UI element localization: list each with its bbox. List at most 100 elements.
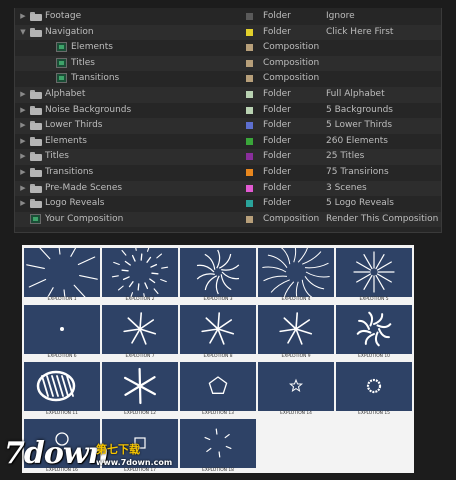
label-color-swatch[interactable]	[246, 122, 253, 130]
item-name: Logo Reveals	[45, 198, 105, 209]
project-panel: ▶ Footage Folder Ignore ▼ Navigation Folder Cli…	[14, 8, 442, 233]
thumbnail-label: EXPLOTION 12	[124, 411, 156, 416]
twirl-collapsed-icon[interactable]: ▶	[19, 9, 27, 25]
item-name: Transitions	[45, 167, 94, 177]
twirl-collapsed-icon[interactable]: ▶	[19, 134, 27, 150]
explosion-thumbnail: EXPLOTION 15	[336, 362, 412, 417]
project-row[interactable]: Transitions Composition	[15, 71, 441, 87]
label-color-swatch[interactable]	[246, 200, 253, 208]
explosion-thumbnail: EXPLOTION 12	[102, 362, 178, 417]
folder-icon	[30, 183, 42, 193]
item-type: Folder	[263, 120, 291, 131]
thumbnail-frame	[102, 305, 178, 354]
thumbnail-label: EXPLOTION 7	[125, 354, 155, 359]
folder-icon	[30, 12, 42, 21]
label-color-swatch[interactable]	[246, 75, 253, 83]
thumbnail-frame	[258, 362, 334, 411]
project-row[interactable]: ▶ Elements Folder 260 Elements	[15, 134, 441, 150]
label-color-swatch[interactable]	[246, 153, 253, 161]
project-row[interactable]: ▶ Transitions Folder 75 Transirions	[15, 165, 441, 181]
project-row[interactable]: ▼ Navigation Folder Click Here First	[15, 24, 441, 41]
explosion-thumbnail: EXPLOTION 8	[180, 305, 256, 360]
item-type: Folder	[263, 26, 291, 37]
burst-dashes-icon	[111, 248, 169, 297]
arc-burst-icon	[262, 248, 330, 297]
explosion-thumbnail: EXPLOTION 11	[24, 362, 100, 417]
explosion-thumbnail: EXPLOTION 7	[102, 305, 178, 360]
label-color-swatch[interactable]	[246, 215, 253, 223]
twirl-expanded-icon[interactable]: ▼	[19, 25, 27, 41]
explosion-thumbnail: EXPLOTION 1	[24, 248, 100, 303]
item-type: Folder	[263, 135, 291, 146]
explosion-thumbnail: EXPLOTION 6	[24, 305, 100, 360]
thumbnail-frame	[102, 248, 178, 297]
label-color-swatch[interactable]	[246, 169, 253, 176]
explosion-thumbnail: EXPLOTION 2	[102, 248, 178, 303]
label-color-swatch[interactable]	[246, 59, 253, 67]
project-row[interactable]: ▶ Lower Thirds Folder 5 Lower Thirds	[15, 118, 441, 134]
pentagon-icon	[208, 376, 228, 394]
item-comment: 75 Transirions	[326, 167, 389, 177]
thumbnail-frame	[180, 248, 256, 297]
twirl-collapsed-icon[interactable]: ▶	[19, 87, 27, 103]
label-color-swatch[interactable]	[246, 28, 253, 36]
label-color-swatch[interactable]	[246, 13, 253, 20]
burst-lines-icon	[26, 248, 98, 297]
project-row[interactable]: ▶ Alphabet Folder Full Alphabet	[15, 87, 441, 103]
project-row[interactable]: Elements Composition	[15, 40, 441, 56]
item-comment: 5 Logo Reveals	[326, 198, 394, 209]
project-row[interactable]: Your Composition Composition Render This C…	[15, 211, 441, 228]
twirl-collapsed-icon[interactable]: ▶	[19, 103, 27, 119]
swirl-burst-icon	[196, 249, 240, 295]
item-name: Pre-Made Scenes	[45, 182, 123, 193]
project-row[interactable]: ▶ Logo Reveals Folder 5 Logo Reveals	[15, 196, 441, 212]
item-type: Composition	[263, 73, 320, 84]
thumbnail-label: EXPLOTION 1	[47, 297, 77, 302]
label-color-swatch[interactable]	[246, 91, 253, 98]
explosion-thumbnail: EXPLOTION 14	[258, 362, 334, 417]
item-name: Alphabet	[45, 89, 86, 99]
item-comment: 25 Titles	[326, 151, 365, 162]
item-comment: 5 Backgrounds	[326, 104, 393, 115]
item-type: Folder	[263, 11, 291, 21]
watermark-logo: 7down 第七下载 www.7down.com	[0, 434, 200, 480]
thumbnail-label: EXPLOTION 13	[202, 411, 234, 416]
project-row[interactable]: ▶ Pre-Made Scenes Folder 3 Scenes	[15, 180, 441, 197]
twirl-collapsed-icon[interactable]: ▶	[19, 196, 27, 212]
twirl-collapsed-icon[interactable]: ▶	[19, 118, 27, 134]
item-comment: Ignore	[326, 11, 355, 21]
item-type: Folder	[263, 198, 291, 209]
label-color-swatch[interactable]	[246, 184, 253, 192]
label-color-swatch[interactable]	[246, 106, 253, 114]
twirl-collapsed-icon[interactable]: ▶	[19, 149, 27, 165]
label-color-swatch[interactable]	[246, 44, 253, 52]
item-name: Lower Thirds	[45, 120, 103, 131]
project-row[interactable]: ▶ Footage Folder Ignore	[15, 9, 441, 25]
thumbnail-label: EXPLOTION 14	[280, 411, 312, 416]
folder-icon	[30, 136, 42, 146]
twirl-collapsed-icon[interactable]: ▶	[19, 181, 27, 197]
folder-icon	[30, 199, 42, 209]
item-name: Elements	[45, 135, 87, 146]
explosion-thumbnail: EXPLOTION 10	[336, 305, 412, 360]
thumbnail-label: EXPLOTION 4	[281, 297, 311, 302]
project-row[interactable]: Titles Composition	[15, 55, 441, 72]
thumbnail-frame	[258, 305, 334, 354]
item-type: Folder	[263, 182, 291, 193]
twirl-collapsed-icon[interactable]: ▶	[19, 165, 27, 181]
ring-icon	[366, 378, 382, 394]
label-color-swatch[interactable]	[246, 137, 253, 145]
asterisk-icon	[123, 367, 157, 405]
project-row[interactable]: ▶ Noise Backgrounds Folder 5 Backgrounds	[15, 103, 441, 119]
thumbnail-frame	[336, 248, 412, 297]
item-name: Noise Backgrounds	[45, 104, 132, 115]
item-name: Elements	[71, 42, 113, 53]
thumbnail-label: EXPLOTION 2	[125, 297, 155, 302]
item-type: Folder	[263, 167, 291, 177]
item-comment: Render This Composition	[326, 213, 439, 224]
project-row[interactable]: ▶ Titles Folder 25 Titles	[15, 149, 441, 165]
item-comment: 260 Elements	[326, 135, 388, 146]
star-burst-icon	[353, 251, 395, 293]
item-type: Composition	[263, 42, 320, 53]
dot-icon	[60, 327, 64, 331]
